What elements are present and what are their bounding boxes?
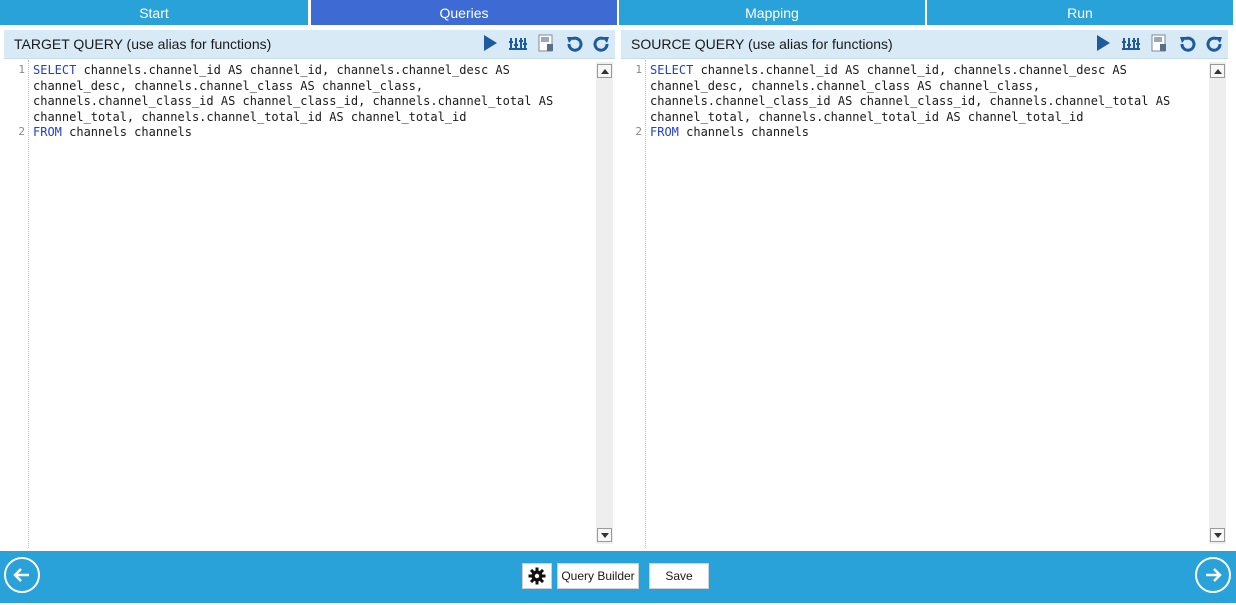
tab-start[interactable]: Start (0, 0, 308, 25)
scroll-up-button[interactable] (597, 64, 612, 78)
target-query-title: TARGET QUERY (use alias for functions) (14, 36, 272, 52)
code-line: channel_desc, channels.channel_class AS … (650, 78, 1041, 93)
next-button[interactable] (1195, 557, 1231, 593)
bottom-bar: Query Builder Save (0, 551, 1236, 603)
code-line: channel_total, channels.channel_total_id… (33, 109, 467, 124)
line-number-gutter: 1 2 (621, 60, 646, 548)
back-button[interactable] (4, 557, 40, 593)
target-query-panel: TARGET QUERY (use alias for functions) 1… (4, 30, 615, 548)
line-number: 2 (18, 125, 25, 138)
source-query-editor[interactable]: 1 2 SELECT channels.channel_id AS channe… (621, 60, 1228, 548)
settings-button[interactable] (522, 563, 552, 589)
scroll-down-button[interactable] (597, 528, 612, 542)
run-icon[interactable] (479, 32, 501, 54)
arrow-left-icon (13, 568, 29, 582)
scroll-up-button[interactable] (1210, 64, 1225, 78)
target-toolbar (479, 32, 613, 56)
run-icon[interactable] (1092, 32, 1114, 54)
save-button[interactable]: Save (649, 563, 709, 589)
source-query-code[interactable]: SELECT channels.channel_id AS channel_id… (650, 63, 1202, 548)
line-number-gutter: 1 2 (4, 60, 29, 548)
source-scrollbar[interactable] (1209, 62, 1226, 544)
query-builder-button[interactable]: Query Builder (557, 563, 639, 589)
save-query-icon[interactable] (1148, 32, 1170, 54)
source-query-panel: SOURCE QUERY (use alias for functions) 1… (621, 30, 1228, 548)
code-line: channels.channel_class_id AS channel_cla… (650, 94, 1171, 109)
tab-mapping[interactable]: Mapping (619, 0, 925, 25)
source-query-header: SOURCE QUERY (use alias for functions) (621, 30, 1228, 59)
source-toolbar (1092, 32, 1226, 56)
wizard-tabs: Start Queries Mapping Run (0, 0, 1236, 26)
code-line: FROM channels channels (33, 125, 192, 140)
code-line: SELECT channels.channel_id AS channel_id… (650, 63, 1127, 77)
code-line: FROM channels channels (650, 125, 809, 140)
line-number: 1 (635, 63, 642, 76)
gear-icon (528, 567, 546, 585)
scroll-down-button[interactable] (1210, 528, 1225, 542)
tab-queries[interactable]: Queries (311, 0, 617, 25)
undo-icon[interactable] (1176, 32, 1198, 54)
undo-icon[interactable] (563, 32, 585, 54)
code-line: channel_total, channels.channel_total_id… (650, 109, 1084, 124)
code-line: channel_desc, channels.channel_class AS … (33, 78, 424, 93)
code-line: SELECT channels.channel_id AS channel_id… (33, 63, 510, 77)
code-line: channels.channel_class_id AS channel_cla… (33, 94, 554, 109)
tab-run[interactable]: Run (927, 0, 1233, 25)
columns-icon[interactable] (507, 32, 529, 54)
arrow-right-icon (1206, 568, 1222, 582)
target-scrollbar[interactable] (596, 62, 613, 544)
source-query-title: SOURCE QUERY (use alias for functions) (631, 36, 893, 52)
target-query-header: TARGET QUERY (use alias for functions) (4, 30, 615, 59)
redo-icon[interactable] (1204, 32, 1226, 54)
line-number: 2 (635, 125, 642, 138)
columns-icon[interactable] (1120, 32, 1142, 54)
line-number: 1 (18, 63, 25, 76)
target-query-editor[interactable]: 1 2 SELECT channels.channel_id AS channe… (4, 60, 615, 548)
target-query-code[interactable]: SELECT channels.channel_id AS channel_id… (33, 63, 589, 548)
save-query-icon[interactable] (535, 32, 557, 54)
redo-icon[interactable] (591, 32, 613, 54)
